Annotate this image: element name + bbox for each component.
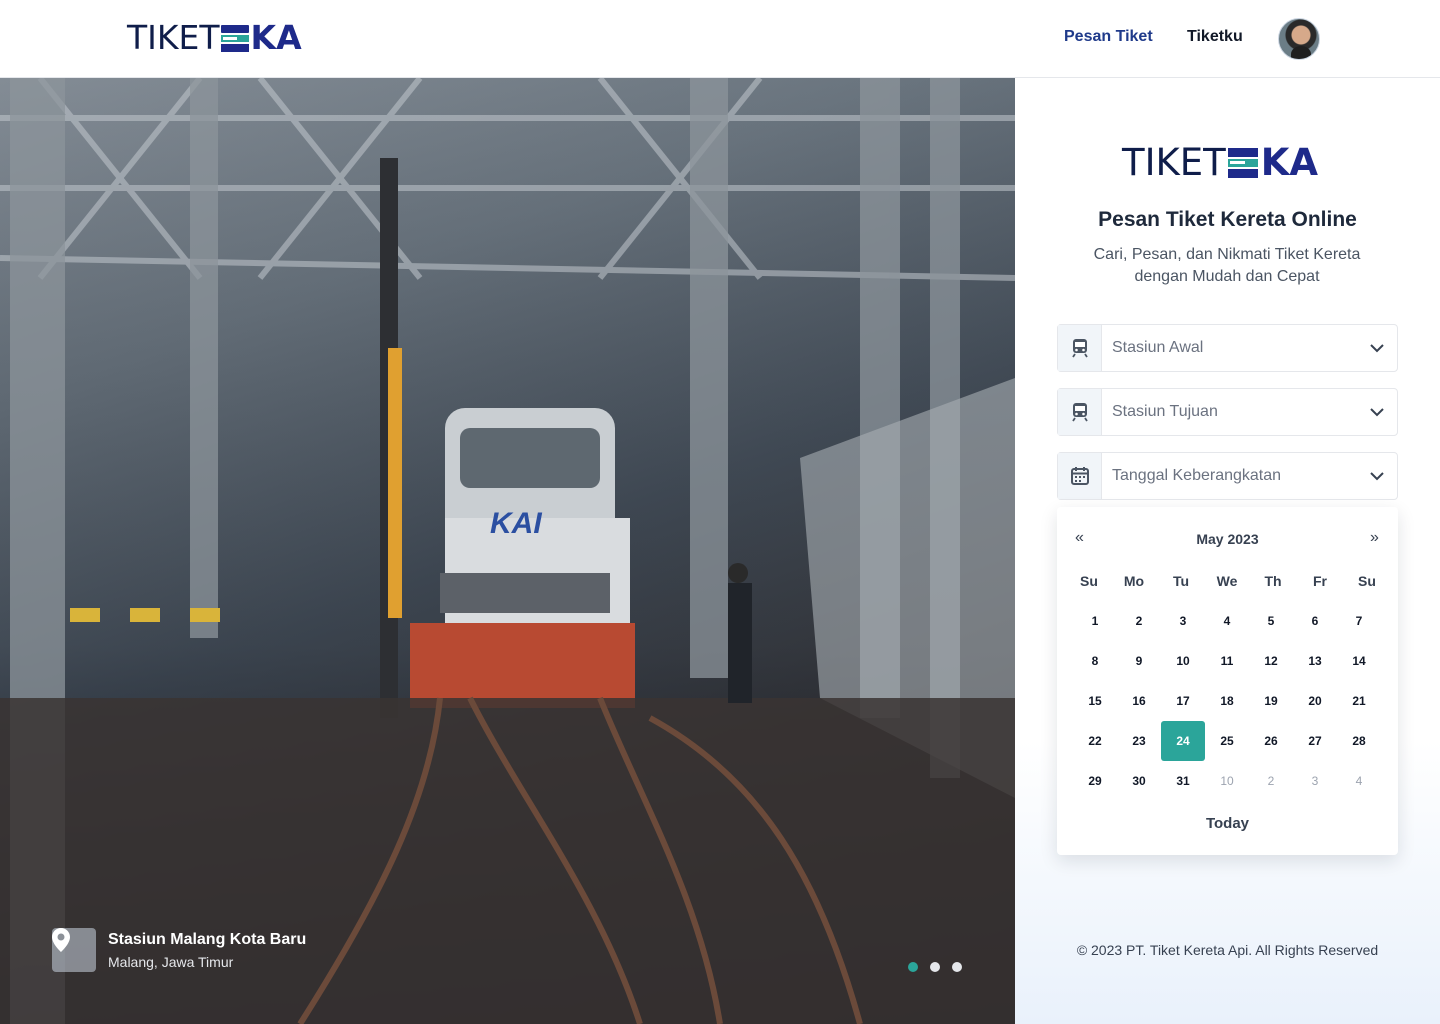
carousel-dot-3[interactable] xyxy=(952,962,962,972)
destination-station-placeholder: Stasiun Tujuan xyxy=(1112,403,1218,420)
chevron-down-icon xyxy=(1357,407,1397,417)
calendar-day[interactable]: 15 xyxy=(1073,681,1117,721)
calendar-day[interactable]: 21 xyxy=(1337,681,1381,721)
hero-station-photo: KAI Stasiun Malang Kota Baru Malang, Jaw… xyxy=(0,78,1015,1024)
calendar-day[interactable]: 4 xyxy=(1205,601,1249,641)
calendar-day[interactable]: 27 xyxy=(1293,721,1337,761)
calendar-day[interactable]: 3 xyxy=(1293,761,1337,801)
train-icon xyxy=(1058,325,1102,371)
top-navbar: TIKET KA Pesan Tiket Tiketku xyxy=(0,0,1440,78)
chevron-down-icon xyxy=(1357,343,1397,353)
calendar-day[interactable]: 28 xyxy=(1337,721,1381,761)
brand-text-ka: KA xyxy=(250,18,302,57)
chevron-down-icon xyxy=(1357,471,1397,481)
weekday-header: Fr xyxy=(1313,573,1327,589)
calendar-day[interactable]: 20 xyxy=(1293,681,1337,721)
panel-brand-text-tiket: TIKET xyxy=(1122,141,1226,184)
location-pin-icon xyxy=(52,928,96,972)
calendar-day[interactable]: 9 xyxy=(1117,641,1161,681)
calendar-day[interactable]: 14 xyxy=(1337,641,1381,681)
calendar-day[interactable]: 10 xyxy=(1205,761,1249,801)
brand-logo[interactable]: TIKET KA xyxy=(127,20,302,56)
location-title: Stasiun Malang Kota Baru xyxy=(108,931,307,948)
calendar-day[interactable]: 1 xyxy=(1073,601,1117,641)
calendar-day[interactable]: 25 xyxy=(1205,721,1249,761)
calendar-day[interactable]: 4 xyxy=(1337,761,1381,801)
calendar-day[interactable]: 18 xyxy=(1205,681,1249,721)
calendar-day[interactable]: 29 xyxy=(1073,761,1117,801)
calendar-month-label[interactable]: May 2023 xyxy=(1057,531,1398,547)
calendar-day[interactable]: 19 xyxy=(1249,681,1293,721)
carousel-dot-2[interactable] xyxy=(930,962,940,972)
date-picker-calendar: « May 2023 » Today Su Mo Tu We Th Fr Su 1 2 3 4 5 6 7… xyxy=(1057,507,1398,855)
calendar-day[interactable]: 6 xyxy=(1293,601,1337,641)
calendar-day[interactable]: 13 xyxy=(1293,641,1337,681)
calendar-day[interactable]: 12 xyxy=(1249,641,1293,681)
calendar-day[interactable]: 8 xyxy=(1073,641,1117,681)
today-button[interactable]: Today xyxy=(1057,815,1398,832)
calendar-day[interactable]: 30 xyxy=(1117,761,1161,801)
weekday-header: Tu xyxy=(1172,573,1190,589)
kai-logo-text: KAI xyxy=(490,507,542,540)
departure-date-placeholder: Tanggal Keberangkatan xyxy=(1112,467,1282,484)
next-month-button[interactable]: » xyxy=(1370,529,1379,547)
panel-subtitle: Cari, Pesan, dan Nikmati Tiket Kereta de… xyxy=(1093,246,1361,285)
calendar-day[interactable]: 26 xyxy=(1249,721,1293,761)
calendar-day[interactable]: 23 xyxy=(1117,721,1161,761)
train-icon xyxy=(1058,389,1102,435)
calendar-day[interactable]: 11 xyxy=(1205,641,1249,681)
weekday-header: Su xyxy=(1358,573,1376,589)
calendar-day[interactable]: 22 xyxy=(1073,721,1117,761)
departure-date-select[interactable]: Tanggal Keberangkatan xyxy=(1057,452,1398,500)
calendar-day[interactable]: 3 xyxy=(1161,601,1205,641)
booking-panel: TIKET KA Pesan Tiket Kereta Online Cari,… xyxy=(1015,78,1440,1024)
origin-station-placeholder: Stasiun Awal xyxy=(1112,339,1204,356)
panel-brand-logo: TIKET KA xyxy=(1122,144,1318,182)
brand-text-tiket: TIKET xyxy=(127,18,220,57)
calendar-day[interactable]: 17 xyxy=(1161,681,1205,721)
calendar-day[interactable]: 2 xyxy=(1249,761,1293,801)
nav-pesan-tiket[interactable]: Pesan Tiket xyxy=(1064,28,1153,46)
calendar-day[interactable]: 5 xyxy=(1249,601,1293,641)
origin-station-select[interactable]: Stasiun Awal xyxy=(1057,324,1398,372)
calendar-day[interactable]: 7 xyxy=(1337,601,1381,641)
user-avatar[interactable] xyxy=(1278,18,1320,60)
destination-station-select[interactable]: Stasiun Tujuan xyxy=(1057,388,1398,436)
panel-brand-text-ka: KA xyxy=(1260,141,1319,184)
calendar-day[interactable]: 10 xyxy=(1161,641,1205,681)
weekday-header: Th xyxy=(1264,573,1282,589)
calendar-day[interactable]: 24 xyxy=(1161,721,1205,761)
location-subtitle: Malang, Jawa Timur xyxy=(108,954,234,970)
copyright-footer: © 2023 PT. Tiket Kereta Api. All Rights … xyxy=(1076,942,1379,958)
calendar-icon xyxy=(1058,453,1102,499)
calendar-day[interactable]: 2 xyxy=(1117,601,1161,641)
brand-mark-icon xyxy=(220,24,249,52)
panel-brand-mark-icon xyxy=(1227,148,1258,178)
panel-title: Pesan Tiket Kereta Online xyxy=(1098,208,1357,231)
station-illustration: KAI xyxy=(0,78,1015,1024)
weekday-header: We xyxy=(1216,573,1238,589)
calendar-day[interactable]: 31 xyxy=(1161,761,1205,801)
carousel-dot-1[interactable] xyxy=(908,962,918,972)
weekday-header: Su xyxy=(1080,573,1098,589)
nav-tiketku[interactable]: Tiketku xyxy=(1187,28,1243,46)
carousel-dots xyxy=(908,962,962,972)
calendar-day[interactable]: 16 xyxy=(1117,681,1161,721)
weekday-header: Mo xyxy=(1123,573,1145,589)
